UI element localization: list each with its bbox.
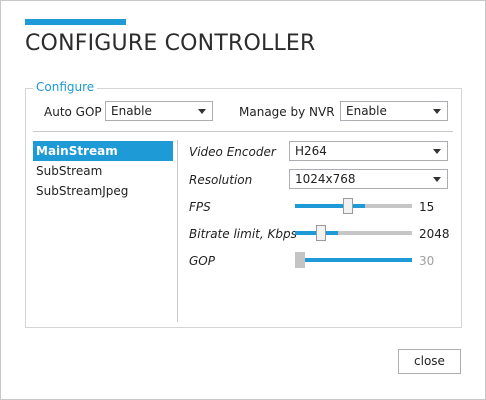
slider-thumb (295, 252, 305, 268)
auto-gop-value: Enable (111, 104, 152, 118)
fps-value: 15 (419, 200, 435, 214)
manage-by-nvr-label: Manage by NVR (239, 105, 335, 119)
chevron-down-icon (433, 177, 441, 182)
video-encoder-value: H264 (295, 144, 327, 158)
chevron-down-icon (198, 109, 206, 114)
stream-item-substream[interactable]: SubStream (33, 161, 173, 181)
resolution-select[interactable]: 1024x768 (289, 169, 448, 189)
configure-controller-dialog: CONFIGURE CONTROLLER Configure Auto GOP … (0, 0, 486, 400)
gop-slider (295, 252, 412, 268)
title-accent-bar (25, 19, 126, 25)
auto-gop-select[interactable]: Enable (105, 101, 213, 121)
gop-label: GOP (189, 254, 215, 268)
stream-item-mainstream[interactable]: MainStream (33, 141, 173, 161)
chevron-down-icon (433, 109, 441, 114)
resolution-label: Resolution (189, 173, 253, 187)
slider-thumb[interactable] (316, 225, 326, 241)
dialog-title: CONFIGURE CONTROLLER (25, 31, 316, 56)
resolution-value: 1024x768 (295, 172, 356, 186)
manage-by-nvr-select[interactable]: Enable (340, 101, 448, 121)
slider-thumb[interactable] (343, 198, 353, 214)
divider (33, 131, 453, 132)
chevron-down-icon (433, 149, 441, 154)
bitrate-value: 2048 (419, 227, 450, 241)
bitrate-label: Bitrate limit, Kbps (189, 227, 297, 241)
manage-by-nvr-value: Enable (346, 104, 387, 118)
video-encoder-label: Video Encoder (189, 145, 276, 159)
slider-fill (295, 204, 412, 208)
slider-fill (295, 231, 412, 235)
stream-item-substreamjpeg[interactable]: SubStreamJpeg (33, 181, 173, 201)
gop-value: 30 (419, 254, 435, 268)
auto-gop-label: Auto GOP (44, 105, 102, 119)
configure-legend: Configure (33, 80, 98, 94)
slider-fill (295, 258, 412, 262)
video-encoder-select[interactable]: H264 (289, 141, 448, 161)
fps-label: FPS (189, 200, 211, 214)
bitrate-slider[interactable] (295, 225, 412, 241)
divider (177, 140, 178, 322)
fps-slider[interactable] (295, 198, 412, 214)
close-button[interactable]: close (398, 349, 461, 374)
